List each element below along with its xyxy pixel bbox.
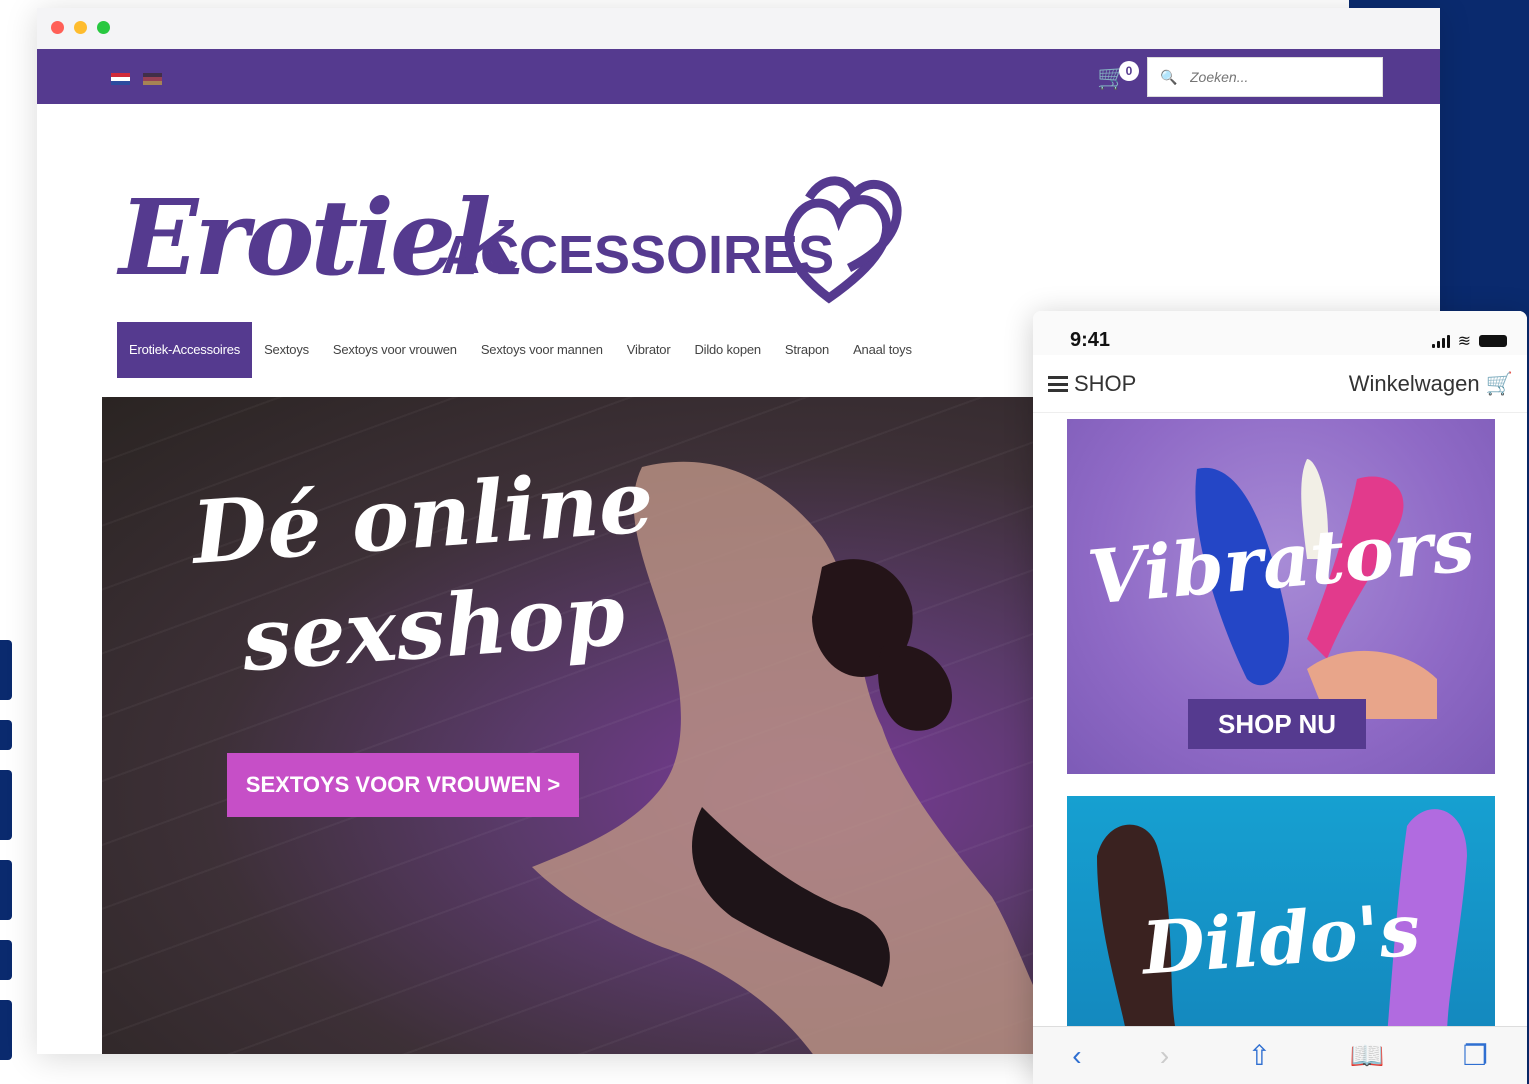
german-flag-icon[interactable] (143, 73, 162, 85)
nav-item-anaal-toys[interactable]: Anaal toys (841, 322, 924, 378)
forward-icon[interactable]: › (1160, 1040, 1169, 1072)
mobile-phone-mockup: 9:41 ≋ SHOP Winkelwagen 🛒 Vibrators SHOP… (1033, 311, 1527, 1084)
main-nav: Erotiek-Accessoires Sextoys Sextoys voor… (117, 322, 924, 378)
top-bar: 🛒 0 🔍 (37, 49, 1440, 104)
shop-nu-button[interactable]: SHOP NU (1188, 699, 1366, 749)
back-icon[interactable]: ‹ (1072, 1040, 1081, 1072)
status-icons: ≋ (1431, 331, 1507, 351)
search-input[interactable] (1190, 69, 1380, 85)
battery-icon (1479, 335, 1507, 347)
winkelwagen-button[interactable]: Winkelwagen 🛒 (1349, 371, 1513, 397)
dutch-flag-icon[interactable] (111, 73, 130, 85)
tabs-icon[interactable]: ❐ (1463, 1039, 1488, 1072)
cart-count-badge: 0 (1119, 61, 1139, 81)
signal-icon (1431, 334, 1450, 348)
share-icon[interactable]: ⇧ (1248, 1039, 1271, 1072)
browser-titlebar (37, 8, 1440, 49)
status-bar: 9:41 ≋ (1033, 311, 1527, 355)
status-time: 9:41 (1070, 329, 1111, 351)
search-box[interactable]: 🔍 (1147, 57, 1383, 97)
nav-item-dildo-kopen[interactable]: Dildo kopen (682, 322, 772, 378)
close-window-icon[interactable] (51, 21, 64, 34)
shop-menu-button[interactable]: SHOP (1048, 371, 1136, 397)
nav-item-sextoys[interactable]: Sextoys (252, 322, 321, 378)
dildos-card[interactable]: Dildo's (1067, 796, 1495, 1036)
sextoys-voor-vrouwen-button[interactable]: SEXTOYS VOOR VROUWEN > (227, 753, 579, 817)
heart-logo-icon (784, 176, 902, 304)
minimize-window-icon[interactable] (74, 21, 87, 34)
cart-button[interactable]: 🛒 0 (1097, 61, 1141, 93)
page: 🛒 0 🔍 Erotiek ACCESSOIRES Erotiek-Access… (0, 0, 1529, 1084)
winkelwagen-label: Winkelwagen (1348, 371, 1480, 396)
hamburger-icon (1048, 376, 1068, 392)
nav-item-sextoys-voor-vrouwen[interactable]: Sextoys voor vrouwen (321, 322, 469, 378)
shop-menu-label: SHOP (1074, 371, 1137, 396)
hero-banner: Dé online sexshop SEXTOYS VOOR VROUWEN > (102, 397, 1042, 1054)
bookmarks-icon[interactable]: 📖 (1349, 1039, 1384, 1072)
cart-icon: 🛒 (1485, 371, 1513, 396)
nav-item-sextoys-voor-mannen[interactable]: Sextoys voor mannen (469, 322, 615, 378)
mobile-header: SHOP Winkelwagen 🛒 (1033, 355, 1527, 413)
safari-toolbar: ‹ › ⇧ 📖 ❐ (1033, 1026, 1527, 1084)
vibrators-card[interactable]: Vibrators SHOP NU (1067, 419, 1495, 774)
maximize-window-icon[interactable] (97, 21, 110, 34)
wifi-icon: ≋ (1457, 333, 1471, 350)
nav-item-erotiek-accessoires[interactable]: Erotiek-Accessoires (117, 322, 253, 378)
search-icon: 🔍 (1160, 68, 1178, 85)
site-logo[interactable]: Erotiek ACCESSOIRES (119, 168, 902, 328)
nav-item-vibrator[interactable]: Vibrator (615, 322, 683, 378)
nav-item-strapon[interactable]: Strapon (773, 322, 841, 378)
partial-vertical-text (0, 640, 16, 1060)
